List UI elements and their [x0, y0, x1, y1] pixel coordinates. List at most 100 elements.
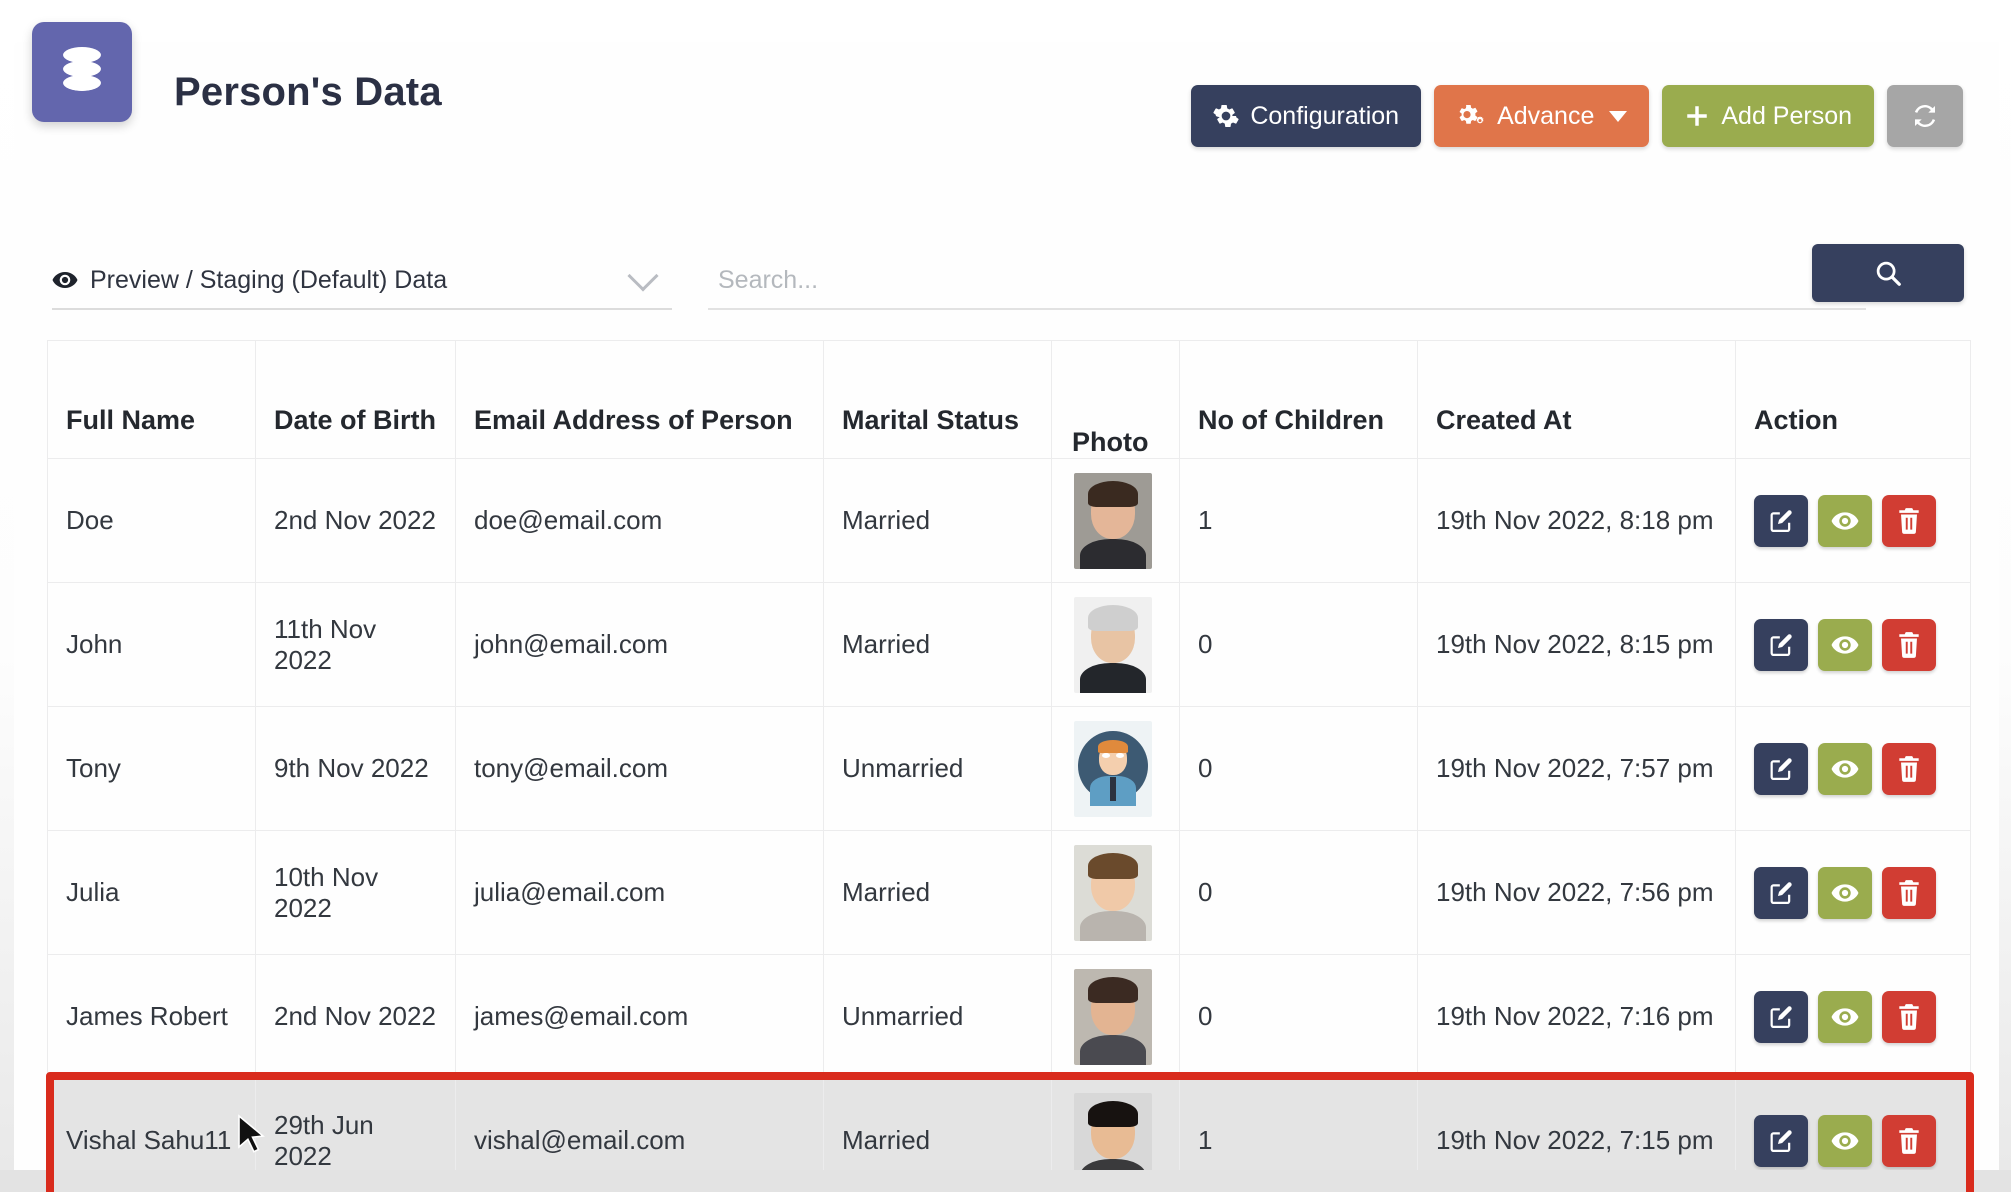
- cell-action: [1735, 830, 1971, 955]
- cell-created-at: 19th Nov 2022, 7:56 pm: [1417, 830, 1736, 955]
- cell-date-of-birth: 11th Nov 2022: [255, 582, 456, 707]
- edit-row-button[interactable]: [1754, 1114, 1808, 1167]
- view-row-button[interactable]: [1818, 866, 1872, 919]
- eye-icon: [1831, 1007, 1859, 1026]
- view-row-button[interactable]: [1818, 990, 1872, 1043]
- cell-email: james@email.com: [455, 954, 824, 1079]
- cell-email: doe@email.com: [455, 458, 824, 583]
- cell-photo: [1051, 954, 1180, 1079]
- search-button[interactable]: [1812, 244, 1964, 302]
- eye-icon: [1831, 511, 1859, 530]
- database-icon: [63, 47, 101, 96]
- cell-created-at: 19th Nov 2022, 8:15 pm: [1417, 582, 1736, 707]
- data-source-value: Preview / Staging (Default) Data: [90, 265, 448, 294]
- delete-row-button[interactable]: [1882, 866, 1936, 919]
- cell-date-of-birth: 9th Nov 2022: [255, 706, 456, 831]
- row-action-group: [1754, 618, 1952, 671]
- table-row[interactable]: Doe 2nd Nov 2022 doe@email.com Married 1 19th…: [47, 458, 1971, 583]
- cell-date-of-birth: 2nd Nov 2022: [255, 458, 456, 583]
- row-action-group: [1754, 990, 1952, 1043]
- table-row[interactable]: Tony 9th Nov 2022 tony@email.com Unmarried 0…: [47, 706, 1971, 831]
- edit-icon: [1770, 633, 1792, 656]
- cell-photo: [1051, 458, 1180, 583]
- chevron-down-icon: [627, 260, 659, 292]
- view-row-button[interactable]: [1818, 618, 1872, 671]
- column-header-date-of-birth[interactable]: Date of Birth: [255, 340, 456, 459]
- cell-no-of-children: 0: [1179, 706, 1418, 831]
- cell-full-name: John: [47, 582, 256, 707]
- header-actions: Configuration Advance Add Person: [1191, 85, 1963, 147]
- avatar: [1074, 844, 1152, 941]
- edit-row-button[interactable]: [1754, 618, 1808, 671]
- data-source-select[interactable]: Preview / Staging (Default) Data: [52, 252, 672, 310]
- view-row-button[interactable]: [1818, 494, 1872, 547]
- edit-row-button[interactable]: [1754, 866, 1808, 919]
- column-header-created-at[interactable]: Created At: [1417, 340, 1736, 459]
- app-root: Person's Data Configuration Advance Add …: [0, 0, 2011, 1192]
- cell-action: [1735, 458, 1971, 583]
- trash-icon: [1899, 507, 1919, 534]
- eye-icon: [1831, 1131, 1859, 1150]
- add-person-button[interactable]: Add Person: [1662, 85, 1874, 147]
- column-header-photo[interactable]: Photo: [1051, 340, 1180, 459]
- cell-action: [1735, 582, 1971, 707]
- column-header-email[interactable]: Email Address of Person: [455, 340, 824, 459]
- table-row[interactable]: Julia 10th Nov 2022 julia@email.com Married…: [47, 830, 1971, 955]
- table-row[interactable]: James Robert 2nd Nov 2022 james@email.com U…: [47, 954, 1971, 1079]
- delete-row-button[interactable]: [1882, 990, 1936, 1043]
- view-row-button[interactable]: [1818, 742, 1872, 795]
- cell-photo: [1051, 706, 1180, 831]
- edit-icon: [1770, 1129, 1792, 1152]
- trash-icon: [1899, 631, 1919, 658]
- delete-row-button[interactable]: [1882, 742, 1936, 795]
- column-header-no-of-children[interactable]: No of Children: [1179, 340, 1418, 459]
- cell-created-at: 19th Nov 2022, 7:16 pm: [1417, 954, 1736, 1079]
- configuration-button[interactable]: Configuration: [1191, 85, 1422, 147]
- search-field[interactable]: [708, 252, 1866, 310]
- cell-marital-status: Married: [823, 830, 1052, 955]
- advance-button[interactable]: Advance: [1434, 85, 1650, 147]
- refresh-icon: [1914, 104, 1936, 128]
- cell-action: [1735, 954, 1971, 1079]
- delete-row-button[interactable]: [1882, 1114, 1936, 1167]
- view-row-button[interactable]: [1818, 1114, 1872, 1167]
- row-action-group: [1754, 866, 1952, 919]
- page-card: Person's Data Configuration Advance Add …: [14, 22, 1999, 1192]
- cell-marital-status: Married: [823, 458, 1052, 583]
- search-input[interactable]: [708, 265, 1866, 295]
- cell-photo: [1051, 830, 1180, 955]
- column-header-full-name[interactable]: Full Name: [47, 340, 256, 459]
- eye-icon: [1831, 759, 1859, 778]
- edit-row-button[interactable]: [1754, 742, 1808, 795]
- column-header-marital-status[interactable]: Marital Status: [823, 340, 1052, 459]
- cell-full-name: James Robert: [47, 954, 256, 1079]
- table-body: Doe 2nd Nov 2022 doe@email.com Married 1 19th…: [47, 458, 1971, 1192]
- cell-email: john@email.com: [455, 582, 824, 707]
- edit-icon: [1770, 881, 1792, 904]
- eye-icon: [1831, 883, 1859, 902]
- cell-email: julia@email.com: [455, 830, 824, 955]
- edit-row-button[interactable]: [1754, 494, 1808, 547]
- avatar: [1074, 968, 1152, 1065]
- cell-marital-status: Unmarried: [823, 954, 1052, 1079]
- bottom-strip: [0, 1170, 2011, 1192]
- edit-icon: [1770, 757, 1792, 780]
- cell-no-of-children: 0: [1179, 582, 1418, 707]
- trash-icon: [1899, 755, 1919, 782]
- delete-row-button[interactable]: [1882, 494, 1936, 547]
- configuration-button-label: Configuration: [1250, 101, 1400, 130]
- cell-no-of-children: 1: [1179, 458, 1418, 583]
- column-header-action: Action: [1735, 340, 1971, 459]
- gear-icon: [1213, 104, 1239, 128]
- add-person-button-label: Add Person: [1721, 101, 1852, 130]
- persons-table: Full Name Date of Birth Email Address of…: [47, 340, 1971, 1192]
- persons-table-wrapper: Full Name Date of Birth Email Address of…: [47, 340, 1971, 1192]
- refresh-button[interactable]: [1887, 85, 1963, 147]
- cell-no-of-children: 0: [1179, 954, 1418, 1079]
- delete-row-button[interactable]: [1882, 618, 1936, 671]
- edit-icon: [1770, 509, 1792, 532]
- edit-row-button[interactable]: [1754, 990, 1808, 1043]
- table-row[interactable]: John 11th Nov 2022 john@email.com Married 0 1…: [47, 582, 1971, 707]
- row-action-group: [1754, 494, 1952, 547]
- edit-icon: [1770, 1005, 1792, 1028]
